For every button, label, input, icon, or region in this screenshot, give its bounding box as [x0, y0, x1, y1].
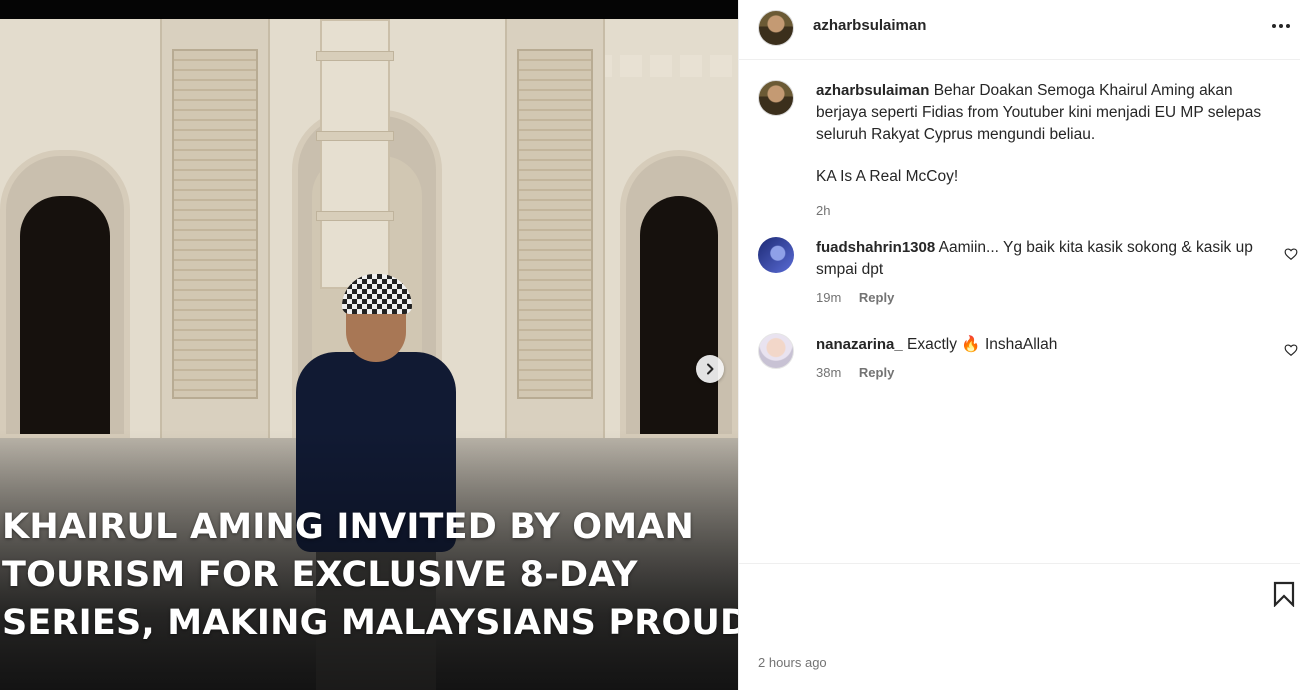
heart-outline-icon[interactable]: [1284, 343, 1298, 357]
comment-username[interactable]: fuadshahrin1308: [816, 239, 935, 256]
commenter-avatar[interactable]: [758, 237, 794, 273]
right-arch: [620, 150, 738, 440]
comment-text: InshaAllah: [984, 336, 1058, 353]
headline-line: SERIES, MAKING MALAYSIANS PROUD: [2, 603, 738, 643]
comment-item: fuadshahrin1308 Aamiin... Yg baik kita k…: [816, 237, 1266, 281]
post-header: azharbsulaiman: [739, 0, 1300, 60]
more-options-icon[interactable]: [1271, 14, 1291, 38]
fire-emoji: 🔥: [961, 336, 981, 353]
caption-text-2: KA Is A Real McCoy!: [816, 168, 959, 185]
bookmark-icon[interactable]: [1273, 581, 1295, 607]
post-caption: azharbsulaiman Behar Doakan Semoga Khair…: [816, 80, 1286, 222]
post-actions: 2 hours ago: [739, 563, 1300, 690]
post-timestamp[interactable]: 2 hours ago: [758, 655, 827, 670]
caption-avatar[interactable]: [758, 80, 794, 116]
minaret: [316, 19, 394, 289]
reply-button[interactable]: Reply: [859, 365, 894, 380]
headline-line: KHAIRUL AMING INVITED BY OMAN: [2, 507, 695, 547]
caption-time[interactable]: 2h: [816, 200, 1286, 222]
caption-username[interactable]: azharbsulaiman: [816, 82, 929, 99]
carved-pillar-left: [160, 19, 270, 439]
comment-item: nanazarina_ Exactly 🔥 InshaAllah: [816, 334, 1266, 356]
headline-line: TOURISM FOR EXCLUSIVE 8-DAY: [2, 555, 638, 595]
comment-time[interactable]: 19m: [816, 290, 841, 305]
commenter-avatar[interactable]: [758, 333, 794, 369]
carved-pillar-right: [505, 19, 605, 439]
next-slide-button[interactable]: [696, 355, 724, 383]
chevron-right-icon: [707, 363, 714, 375]
reply-button[interactable]: Reply: [859, 290, 894, 305]
post-details-panel: azharbsulaiman azharbsulaiman Behar Doak…: [738, 0, 1300, 690]
comment-meta: 19m Reply: [816, 290, 894, 305]
comment-time[interactable]: 38m: [816, 365, 841, 380]
comment-text: Exactly: [907, 336, 957, 353]
author-avatar[interactable]: [758, 10, 794, 46]
post-headline: KHAIRUL AMING INVITED BY OMAN TOURISM FO…: [2, 503, 738, 647]
heart-outline-icon[interactable]: [1284, 247, 1298, 261]
post-media: KHAIRUL AMING INVITED BY OMAN TOURISM FO…: [0, 0, 738, 690]
author-username[interactable]: azharbsulaiman: [813, 17, 926, 34]
left-arch: [0, 150, 130, 440]
comment-username[interactable]: nanazarina_: [816, 336, 903, 353]
comment-meta: 38m Reply: [816, 365, 894, 380]
media-top-bar: [0, 0, 738, 19]
